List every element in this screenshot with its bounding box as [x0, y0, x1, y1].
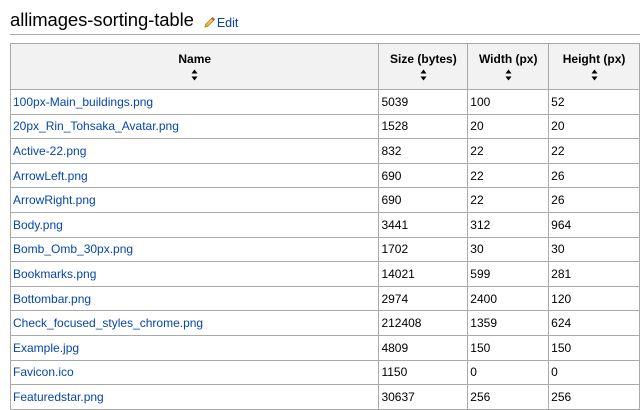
header-row: Name Size (bytes) Width (px) Height (px) [9, 43, 640, 90]
file-link[interactable]: 20px_Rin_Tohsaka_Avatar.png [13, 119, 179, 133]
name-cell: 20px_Rin_Tohsaka_Avatar.png [9, 113, 380, 140]
size-cell: 690 [378, 162, 469, 189]
sort-arrows-icon[interactable] [191, 69, 198, 81]
height-cell: 20 [548, 113, 640, 140]
sort-arrows-icon[interactable] [505, 69, 512, 81]
width-cell: 2400 [467, 285, 550, 312]
name-cell: Active-22.png [9, 138, 380, 164]
column-header-label: Height (px) [562, 52, 626, 66]
height-cell: 52 [548, 89, 640, 115]
table-row: 20px_Rin_Tohsaka_Avatar.png 1528 20 20 [9, 113, 640, 140]
width-cell: 22 [467, 187, 550, 213]
size-cell: 5039 [378, 89, 469, 115]
section-heading: allimages-sorting-table Edit [10, 6, 640, 35]
size-cell: 690 [378, 187, 469, 213]
table-row: Body.png 3441 312 964 [9, 211, 640, 238]
name-cell: Example.jpg [9, 334, 380, 361]
size-cell: 3441 [378, 211, 469, 238]
sort-arrows-icon[interactable] [420, 69, 427, 81]
height-cell: 26 [548, 162, 640, 189]
table-row: 100px-Main_buildings.png 5039 100 52 [9, 89, 640, 115]
file-link[interactable]: 100px-Main_buildings.png [13, 95, 153, 109]
height-cell: 0 [548, 359, 640, 386]
file-link[interactable]: Example.jpg [13, 341, 79, 355]
file-link[interactable]: ArrowLeft.png [13, 169, 88, 183]
table-row: Check_focused_styles_chrome.png 212408 1… [9, 310, 640, 336]
name-cell: Bookmarks.png [9, 261, 380, 287]
width-cell: 20 [467, 113, 550, 140]
table-row: Active-22.png 832 22 22 [9, 138, 640, 164]
height-cell: 256 [548, 384, 640, 410]
name-cell: 100px-Main_buildings.png [9, 89, 380, 115]
width-cell: 150 [467, 334, 550, 361]
name-cell: Body.png [9, 211, 380, 238]
name-cell: ArrowRight.png [9, 187, 380, 213]
column-header-width[interactable]: Width (px) [467, 43, 550, 90]
width-cell: 1359 [467, 310, 550, 336]
file-link[interactable]: Active-22.png [13, 144, 86, 158]
name-cell: Bomb_Omb_30px.png [9, 236, 380, 263]
column-header-label: Name [178, 52, 212, 66]
table-row: Featuredstar.png 30637 256 256 [9, 384, 640, 410]
file-link[interactable]: Bottombar.png [13, 292, 91, 306]
height-cell: 120 [548, 285, 640, 312]
height-cell: 26 [548, 187, 640, 213]
size-cell: 4809 [378, 334, 469, 361]
size-cell: 14021 [378, 261, 469, 287]
width-cell: 312 [467, 211, 550, 238]
file-link[interactable]: Bookmarks.png [13, 267, 96, 281]
width-cell: 22 [467, 138, 550, 164]
table-row: Favicon.ico 1150 0 0 [9, 359, 640, 386]
width-cell: 100 [467, 89, 550, 115]
name-cell: Bottombar.png [9, 285, 380, 312]
height-cell: 150 [548, 334, 640, 361]
file-link[interactable]: Featuredstar.png [13, 390, 104, 404]
name-cell: Featuredstar.png [9, 384, 380, 410]
table-row: Bookmarks.png 14021 599 281 [9, 261, 640, 287]
name-cell: Check_focused_styles_chrome.png [9, 310, 380, 336]
column-header-size[interactable]: Size (bytes) [378, 43, 469, 90]
page-title: allimages-sorting-table [10, 9, 194, 30]
width-cell: 30 [467, 236, 550, 263]
size-cell: 30637 [378, 384, 469, 410]
allimages-table: Name Size (bytes) Width (px) Height (px)… [9, 43, 640, 410]
name-cell: Favicon.ico [9, 359, 380, 386]
table-row: Bomb_Omb_30px.png 1702 30 30 [9, 236, 640, 263]
height-cell: 624 [548, 310, 640, 336]
width-cell: 0 [467, 359, 550, 386]
column-header-name[interactable]: Name [9, 43, 380, 90]
pencil-icon [204, 16, 215, 28]
size-cell: 1702 [378, 236, 469, 263]
height-cell: 964 [548, 211, 640, 238]
sort-arrows-icon[interactable] [591, 69, 598, 81]
width-cell: 22 [467, 162, 550, 189]
size-cell: 832 [378, 138, 469, 164]
table-row: Bottombar.png 2974 2400 120 [9, 285, 640, 312]
size-cell: 1150 [378, 359, 469, 386]
size-cell: 1528 [378, 113, 469, 140]
table-row: ArrowRight.png 690 22 26 [9, 187, 640, 213]
height-cell: 281 [548, 261, 640, 287]
table-row: ArrowLeft.png 690 22 26 [9, 162, 640, 189]
column-header-height[interactable]: Height (px) [548, 43, 640, 90]
file-link[interactable]: Bomb_Omb_30px.png [13, 242, 133, 256]
column-header-label: Size (bytes) [390, 52, 457, 66]
edit-link[interactable]: Edit [202, 16, 239, 34]
edit-label: Edit [216, 16, 239, 30]
size-cell: 212408 [378, 310, 469, 336]
file-link[interactable]: Check_focused_styles_chrome.png [13, 316, 203, 330]
file-link[interactable]: Favicon.ico [13, 365, 74, 379]
width-cell: 256 [467, 384, 550, 410]
name-cell: ArrowLeft.png [9, 162, 380, 189]
size-cell: 2974 [378, 285, 469, 312]
width-cell: 599 [467, 261, 550, 287]
file-link[interactable]: ArrowRight.png [13, 193, 96, 207]
table-row: Example.jpg 4809 150 150 [9, 334, 640, 361]
file-link[interactable]: Body.png [13, 218, 63, 232]
height-cell: 22 [548, 138, 640, 164]
column-header-label: Width (px) [478, 52, 538, 66]
height-cell: 30 [548, 236, 640, 263]
